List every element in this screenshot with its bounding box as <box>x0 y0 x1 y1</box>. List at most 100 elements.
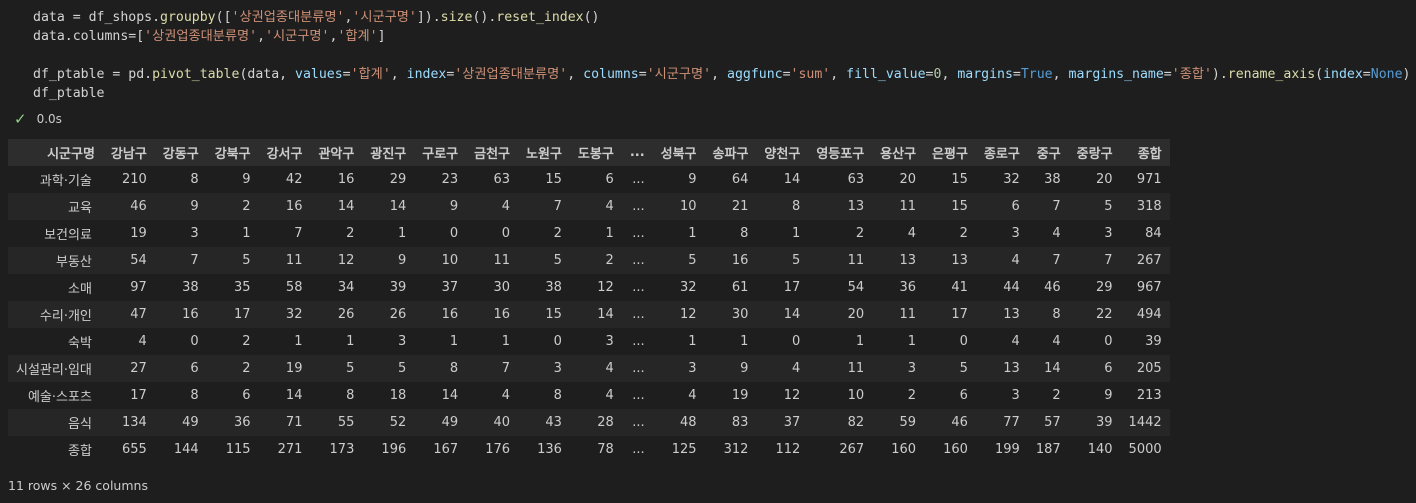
table-cell: 6 <box>1068 355 1121 382</box>
code-token: ] <box>377 29 386 44</box>
code-token: , <box>390 67 407 82</box>
code-token: margins_name <box>1068 67 1164 82</box>
table-cell: 28 <box>569 409 622 436</box>
table-cell: 14 <box>756 166 809 193</box>
table-cell: 2 <box>872 382 925 409</box>
code-token: '합계' <box>337 29 378 44</box>
table-cell: 8 <box>414 355 467 382</box>
code-token: = <box>782 67 791 82</box>
table-cell: 4 <box>466 382 519 409</box>
table-cell: 8 <box>518 382 570 409</box>
code-token: None <box>1370 67 1403 82</box>
table-cell: 0 <box>414 220 467 247</box>
table-cell: 36 <box>872 274 925 301</box>
table-cell: 967 <box>1120 274 1170 301</box>
table-cell: 32 <box>652 274 705 301</box>
table-cell: ... <box>621 355 653 382</box>
table-cell: 30 <box>704 301 757 328</box>
code-token: True <box>1020 67 1053 82</box>
table-cell: 3 <box>975 220 1028 247</box>
table-cell: 4 <box>756 355 809 382</box>
table-cell: 1 <box>704 328 757 355</box>
code-token: '시군구명' <box>646 67 712 82</box>
table-cell: 0 <box>154 328 207 355</box>
table-cell: 0 <box>1068 328 1121 355</box>
column-header: 종로구 <box>975 139 1028 166</box>
column-header: 광진구 <box>362 139 415 166</box>
code-line: data.columns=['상권업종대분류명','시군구명','합계'] <box>33 27 1410 46</box>
table-cell: 54 <box>102 247 155 274</box>
code-token: '시군구명' <box>352 10 417 25</box>
code-token: rename_axis <box>1227 67 1316 82</box>
table-cell: 10 <box>808 382 873 409</box>
column-header: 금천구 <box>466 139 519 166</box>
table-cell: 20 <box>872 166 925 193</box>
table-cell: 39 <box>1120 328 1170 355</box>
table-cell: 3 <box>975 382 1028 409</box>
table-cell: 136 <box>518 436 570 463</box>
table-cell: 19 <box>102 220 155 247</box>
code-token: '시군구명' <box>265 29 330 44</box>
table-cell: 16 <box>414 301 467 328</box>
table-cell: 7 <box>154 247 207 274</box>
table-row: 보건의료 19 3 1 7 2 1 0 0 2 1... 1 8 1 2 4 2 3 4 3 84 <box>8 220 1170 247</box>
column-header: 도봉구 <box>569 139 622 166</box>
code-token: = <box>1012 67 1021 82</box>
table-cell: 42 <box>258 166 311 193</box>
table-cell: 6 <box>154 355 207 382</box>
table-cell: 13 <box>872 247 925 274</box>
code-cell-source[interactable]: data = df_shops.groupby(['상권업종대분류명','시군구… <box>33 8 1410 103</box>
table-cell: 38 <box>518 274 570 301</box>
table-cell: 267 <box>808 436 873 463</box>
code-token: , <box>567 67 584 82</box>
table-cell: 144 <box>154 436 207 463</box>
table-cell: 1 <box>466 328 519 355</box>
column-header: 강남구 <box>102 139 155 166</box>
code-token: , <box>711 67 727 82</box>
table-cell: 2 <box>924 220 976 247</box>
code-token: index <box>1323 67 1363 82</box>
table-cell: 47 <box>102 301 155 328</box>
column-header: 양천구 <box>756 139 809 166</box>
table-cell: 63 <box>466 166 519 193</box>
table-cell: 210 <box>102 166 155 193</box>
table-cell: 29 <box>362 166 415 193</box>
table-cell: 11 <box>872 301 925 328</box>
table-cell: 38 <box>1027 166 1069 193</box>
table-cell: 16 <box>154 301 207 328</box>
column-header: 강서구 <box>258 139 311 166</box>
column-header: 영등포구 <box>808 139 873 166</box>
table-cell: 61 <box>704 274 757 301</box>
table-cell: 5 <box>924 355 976 382</box>
row-label: 과학·기술 <box>8 166 103 193</box>
check-icon: ✓ <box>14 110 27 128</box>
table-cell: 8 <box>1027 301 1069 328</box>
table-cell: 23 <box>414 166 467 193</box>
table-cell: 9 <box>362 247 415 274</box>
code-token: '합계' <box>350 67 391 82</box>
table-cell: ... <box>621 220 653 247</box>
table-cell: 46 <box>1027 274 1069 301</box>
row-label: 소매 <box>8 274 103 301</box>
table-cell: 318 <box>1120 193 1170 220</box>
table-cell: 1 <box>569 220 622 247</box>
table-cell: ... <box>621 193 653 220</box>
table-cell: 7 <box>466 355 519 382</box>
table-cell: 5000 <box>1120 436 1170 463</box>
code-token: (data, <box>239 67 296 82</box>
column-header: 관악구 <box>310 139 363 166</box>
execution-time: 0.0s <box>36 112 62 126</box>
code-token: '종합' <box>1171 67 1212 82</box>
table-cell: 20 <box>808 301 873 328</box>
table-cell: 36 <box>206 409 259 436</box>
table-cell: 3 <box>518 355 570 382</box>
table-cell: 5 <box>756 247 809 274</box>
table-cell: 8 <box>704 220 757 247</box>
code-token: = <box>1163 67 1172 82</box>
code-token: values <box>295 67 343 82</box>
column-header: 강동구 <box>154 139 207 166</box>
table-cell: 9 <box>652 166 705 193</box>
column-header: 성북구 <box>652 139 705 166</box>
table-cell: 196 <box>362 436 415 463</box>
